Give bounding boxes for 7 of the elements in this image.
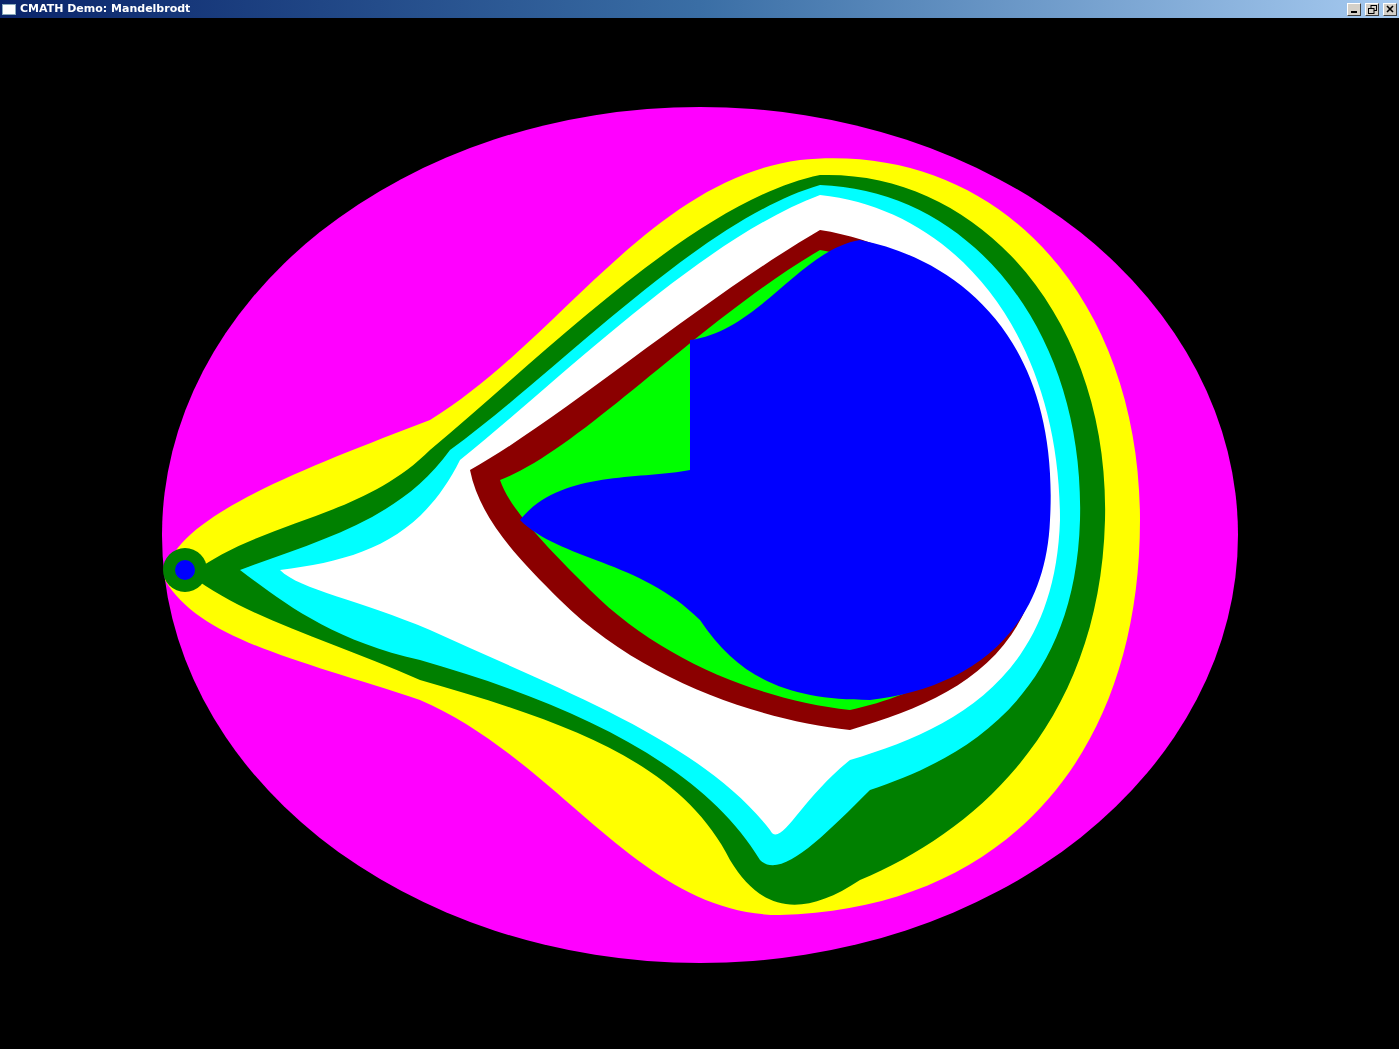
window-title: CMATH Demo: Mandelbrodt	[20, 2, 191, 16]
restore-icon	[1367, 4, 1377, 14]
window-icon	[2, 3, 16, 15]
minimize-button[interactable]	[1347, 2, 1361, 16]
close-icon	[1386, 5, 1394, 13]
close-button[interactable]	[1383, 2, 1397, 16]
restore-button[interactable]	[1365, 2, 1379, 16]
